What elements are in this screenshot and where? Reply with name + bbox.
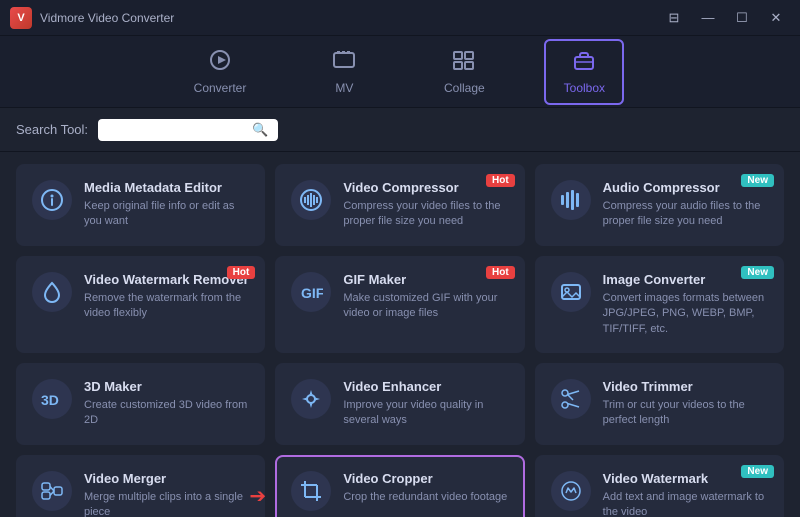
tab-converter[interactable]: Converter [176, 39, 265, 105]
toolbox-label: Toolbox [564, 81, 605, 95]
media-metadata-editor-desc: Keep original file info or edit as you w… [84, 199, 249, 230]
tab-toolbox[interactable]: Toolbox [544, 39, 624, 105]
gif-maker-desc: Make customized GIF with your video or i… [343, 291, 508, 322]
video-cropper-title: Video Cropper [343, 471, 508, 486]
video-enhancer-title: Video Enhancer [343, 379, 508, 394]
tab-mv[interactable]: MV [304, 39, 384, 105]
video-watermark-badge: New [741, 465, 774, 478]
search-input-wrapper[interactable]: 🔍 [98, 119, 278, 141]
converter-icon [207, 49, 233, 77]
image-converter-badge: New [741, 266, 774, 279]
collage-icon [451, 49, 477, 77]
tool-card-image-converter[interactable]: Image ConverterConvert images formats be… [535, 256, 784, 353]
svg-text:GIF: GIF [301, 285, 323, 301]
arrow-indicator: ➔ [249, 483, 266, 508]
nav-tabs: Converter MV Collage [0, 36, 800, 108]
3d-maker-content: 3D Maker Create customized 3D video from … [84, 379, 249, 429]
image-converter-content: Image ConverterConvert images formats be… [603, 272, 768, 337]
tool-card-video-compressor[interactable]: Video Compressor Compress your video file… [275, 164, 524, 246]
mv-label: MV [335, 81, 353, 95]
video-trimmer-title: Video Trimmer [603, 379, 768, 394]
minimize-btn[interactable]: ⊟ [660, 8, 688, 28]
maximize-btn[interactable]: ☐ [728, 8, 756, 28]
video-watermark-remover-title: Video Watermark Remover [84, 272, 249, 287]
video-enhancer-desc: Improve your video quality in several wa… [343, 398, 508, 429]
converter-label: Converter [194, 81, 247, 95]
tool-card-audio-compressor[interactable]: Audio CompressorCompress your audio file… [535, 164, 784, 246]
video-watermark-remover-desc: Remove the watermark from the video flex… [84, 291, 249, 322]
tool-grid: Media Metadata Editor Keep original file … [0, 152, 800, 517]
video-compressor-badge: Hot [486, 174, 515, 187]
video-compressor-content: Video Compressor Compress your video file… [343, 180, 508, 230]
video-trimmer-icon [551, 379, 591, 419]
tool-card-video-enhancer[interactable]: Video Enhancer Improve your video quality… [275, 363, 524, 445]
gif-maker-content: GIF Maker Make customized GIF with your v… [343, 272, 508, 322]
title-bar: V Vidmore Video Converter ⊟ — ☐ ✕ [0, 0, 800, 36]
image-converter-icon [551, 272, 591, 312]
video-merger-desc: Merge multiple clips into a single piece [84, 490, 249, 517]
video-trimmer-content: Video Trimmer Trim or cut your videos to … [603, 379, 768, 429]
mv-icon [331, 49, 357, 77]
tool-card-video-trimmer[interactable]: Video Trimmer Trim or cut your videos to … [535, 363, 784, 445]
tool-card-video-merger[interactable]: Video Merger Merge multiple clips into a … [16, 455, 265, 517]
video-enhancer-content: Video Enhancer Improve your video quality… [343, 379, 508, 429]
video-merger-icon [32, 471, 72, 511]
tool-card-gif-maker[interactable]: GIF GIF Maker Make customized GIF with you… [275, 256, 524, 353]
tool-card-3d-maker[interactable]: 3D 3D Maker Create customized 3D video fro… [16, 363, 265, 445]
restore-btn[interactable]: — [694, 8, 722, 28]
video-trimmer-desc: Trim or cut your videos to the perfect l… [603, 398, 768, 429]
3d-maker-icon: 3D [32, 379, 72, 419]
video-watermark-desc: Add text and image watermark to the vide… [603, 490, 768, 517]
video-enhancer-icon [291, 379, 331, 419]
gif-maker-badge: Hot [486, 266, 515, 279]
app-title: Vidmore Video Converter [40, 11, 174, 25]
video-compressor-icon [291, 180, 331, 220]
search-bar: Search Tool: 🔍 [0, 108, 800, 152]
gif-maker-title: GIF Maker [343, 272, 508, 287]
media-metadata-editor-icon [32, 180, 72, 220]
tab-collage[interactable]: Collage [424, 39, 504, 105]
video-cropper-desc: Crop the redundant video footage [343, 490, 508, 505]
tool-card-media-metadata-editor[interactable]: Media Metadata Editor Keep original file … [16, 164, 265, 246]
title-bar-left: V Vidmore Video Converter [10, 7, 174, 29]
tool-card-video-watermark-remover[interactable]: Video Watermark Remover Remove the waterm… [16, 256, 265, 353]
tool-card-video-watermark[interactable]: Video WatermarkAdd text and image waterm… [535, 455, 784, 517]
search-icon[interactable]: 🔍 [252, 122, 268, 138]
audio-compressor-badge: New [741, 174, 774, 187]
image-converter-desc: Convert images formats between JPG/JPEG,… [603, 291, 768, 337]
video-cropper-icon [291, 471, 331, 511]
toolbox-icon [571, 49, 597, 77]
video-watermark-remover-icon [32, 272, 72, 312]
audio-compressor-content: Audio CompressorCompress your audio file… [603, 180, 768, 230]
gif-maker-icon: GIF [291, 272, 331, 312]
tool-card-video-cropper[interactable]: ➔Video CropperCrop the redundant video f… [275, 455, 524, 517]
media-metadata-editor-content: Media Metadata Editor Keep original file … [84, 180, 249, 230]
video-compressor-desc: Compress your video files to the proper … [343, 199, 508, 230]
audio-compressor-desc: Compress your audio files to the proper … [603, 199, 768, 230]
video-watermark-icon [551, 471, 591, 511]
video-merger-title: Video Merger [84, 471, 249, 486]
video-watermark-remover-badge: Hot [227, 266, 256, 279]
video-watermark-remover-content: Video Watermark Remover Remove the waterm… [84, 272, 249, 322]
app-logo: V [10, 7, 32, 29]
title-bar-controls: ⊟ — ☐ ✕ [660, 8, 790, 28]
search-input[interactable] [106, 123, 246, 137]
search-label: Search Tool: [16, 122, 88, 137]
media-metadata-editor-title: Media Metadata Editor [84, 180, 249, 195]
collage-label: Collage [444, 81, 485, 95]
video-cropper-content: Video Cropper Crop the redundant video fo… [343, 471, 508, 505]
video-compressor-title: Video Compressor [343, 180, 508, 195]
audio-compressor-icon [551, 180, 591, 220]
close-btn[interactable]: ✕ [762, 8, 790, 28]
video-merger-content: Video Merger Merge multiple clips into a … [84, 471, 249, 517]
3d-maker-desc: Create customized 3D video from 2D [84, 398, 249, 429]
3d-maker-title: 3D Maker [84, 379, 249, 394]
svg-text:3D: 3D [41, 392, 59, 408]
